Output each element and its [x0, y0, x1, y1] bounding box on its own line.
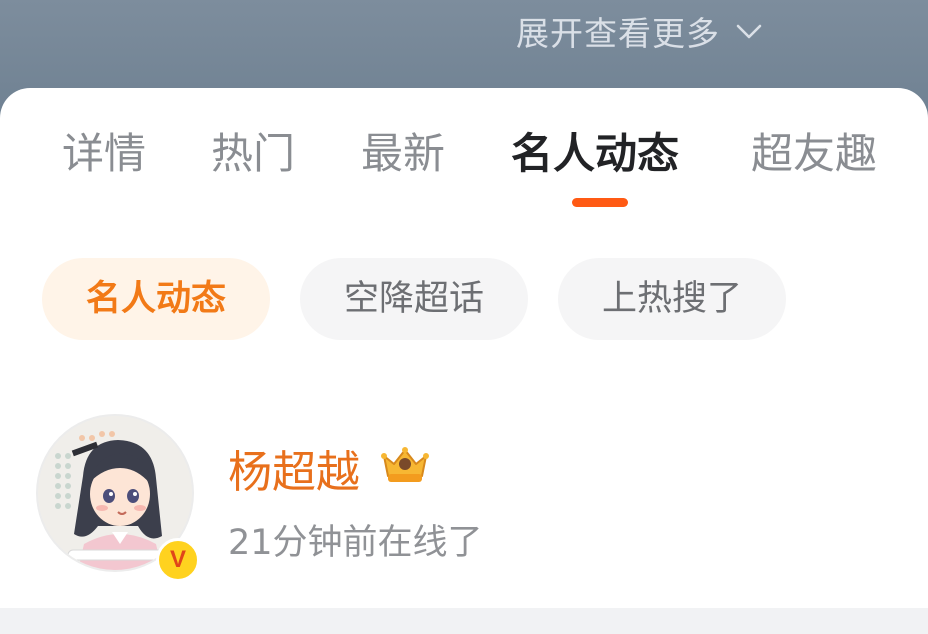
- user-name[interactable]: 杨超越: [228, 436, 360, 500]
- expand-more-label: 展开查看更多: [516, 14, 720, 53]
- online-status: 21分钟前在线了: [228, 523, 483, 563]
- tab-hot[interactable]: 热门: [211, 124, 295, 184]
- chip-celebrity-updates[interactable]: 名人动态: [42, 258, 270, 340]
- chip-airdrop-topic[interactable]: 空降超话: [300, 258, 528, 340]
- tab-super-friends[interactable]: 超友趣: [751, 124, 877, 184]
- chevron-down-icon: [736, 24, 762, 39]
- user-row[interactable]: V 杨超越 21分钟前在线了: [0, 414, 928, 584]
- verified-badge-letter: V: [169, 546, 186, 573]
- crown-icon: [381, 447, 429, 482]
- verified-badge-icon: V: [156, 538, 200, 582]
- chip-trending[interactable]: 上热搜了: [558, 258, 786, 340]
- tab-bar: 详情 热门 最新 名人动态 超友趣: [0, 124, 928, 184]
- tab-latest[interactable]: 最新: [361, 124, 445, 184]
- content-sheet: 详情 热门 最新 名人动态 超友趣 名人动态 空降超话 上热搜了 V 杨超越 2…: [0, 88, 928, 608]
- tab-celebrity-updates[interactable]: 名人动态: [511, 124, 679, 184]
- tab-details[interactable]: 详情: [62, 124, 146, 184]
- filter-chips: 名人动态 空降超话 上热搜了: [0, 258, 928, 340]
- expand-more-button[interactable]: 展开查看更多: [516, 6, 764, 56]
- active-tab-indicator: [572, 198, 628, 207]
